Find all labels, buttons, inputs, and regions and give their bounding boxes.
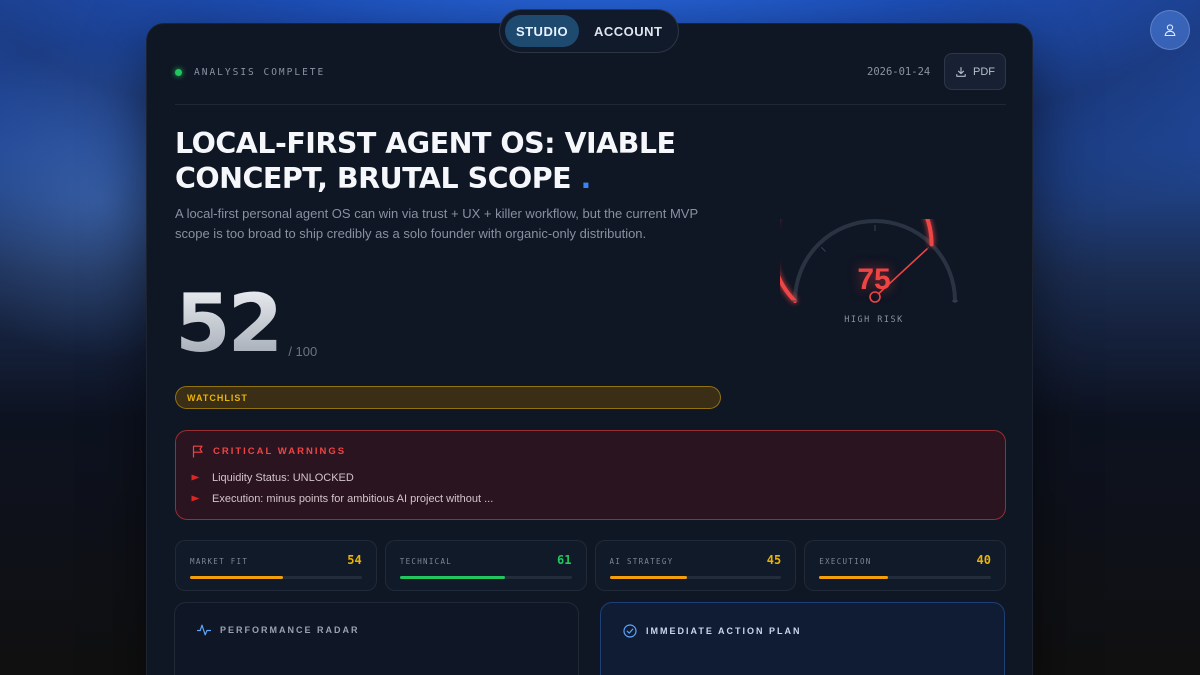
page-title: LOCAL-FIRST AGENT OS: VIABLE CONCEPT, BR… bbox=[175, 126, 695, 196]
warning-text: Execution: minus points for ambitious AI… bbox=[212, 493, 494, 505]
critical-warnings: CRITICAL WARNINGS Liquidity Status: UNLO… bbox=[175, 430, 1006, 520]
card-header: IMMEDIATE ACTION PLAN bbox=[623, 624, 802, 638]
gauge-value: 75 bbox=[857, 263, 891, 296]
metric-label: AI STRATEGY bbox=[609, 557, 674, 566]
card-header: PERFORMANCE RADAR bbox=[197, 624, 360, 636]
metric-value: 40 bbox=[976, 553, 991, 567]
status-dot-icon bbox=[175, 69, 182, 76]
metric-value: 54 bbox=[347, 553, 362, 567]
warning-text: Liquidity Status: UNLOCKED bbox=[212, 472, 354, 484]
pdf-download-button[interactable]: PDF bbox=[944, 53, 1006, 90]
gauge-tick bbox=[820, 246, 826, 252]
warning-item: Execution: minus points for ambitious AI… bbox=[191, 493, 493, 505]
title-accent-dot: . bbox=[580, 162, 592, 195]
summary-text: A local-first personal agent OS can win … bbox=[175, 206, 698, 241]
card-title: IMMEDIATE ACTION PLAN bbox=[646, 626, 802, 636]
metric-value: 61 bbox=[557, 553, 572, 567]
metric-bar-track bbox=[399, 576, 572, 579]
metric-bar-fill bbox=[609, 576, 687, 579]
metric-label: EXECUTION bbox=[819, 557, 872, 566]
metric-bar-fill bbox=[819, 576, 888, 579]
flag-bullet-icon bbox=[191, 474, 200, 481]
metric-bar-track bbox=[819, 576, 991, 579]
risk-gauge: 75 HIGH RISK bbox=[769, 162, 970, 339]
metrics-row: MARKET FIT 54 TECHNICAL 61 AI STRATEGY 4… bbox=[175, 540, 1006, 591]
warnings-title: CRITICAL WARNINGS bbox=[213, 446, 347, 457]
score-max: / 100 bbox=[288, 344, 318, 359]
metric-bar-track bbox=[609, 576, 782, 579]
flag-bullet-icon bbox=[191, 495, 200, 502]
user-icon bbox=[1164, 24, 1176, 37]
metric-bar-track bbox=[190, 576, 362, 579]
tab-account[interactable]: ACCOUNT bbox=[583, 15, 674, 47]
metric-ai-strategy: AI STRATEGY 45 bbox=[594, 540, 797, 591]
metric-value: 45 bbox=[766, 553, 782, 567]
pdf-label: PDF bbox=[973, 65, 995, 78]
metric-market-fit: MARKET FIT 54 bbox=[175, 540, 377, 591]
header-divider bbox=[175, 104, 1006, 105]
report-panel: ANALYSIS COMPLETE 2026-01-24 PDF LOCAL-F… bbox=[146, 23, 1033, 675]
metric-label: MARKET FIT bbox=[190, 557, 249, 566]
status-text: ANALYSIS COMPLETE bbox=[194, 67, 326, 78]
activity-icon bbox=[197, 624, 211, 636]
watchlist-badge: WATCHLIST bbox=[175, 386, 721, 409]
analysis-status: ANALYSIS COMPLETE bbox=[175, 67, 325, 78]
gauge-label: HIGH RISK bbox=[844, 315, 904, 325]
title-line-1: LOCAL-FIRST AGENT OS: VIABLE bbox=[175, 127, 676, 160]
report-date: 2026-01-24 bbox=[867, 66, 931, 78]
flag-icon bbox=[192, 445, 203, 458]
title-line-2: CONCEPT, BRUTAL SCOPE bbox=[175, 162, 572, 195]
metric-label: TECHNICAL bbox=[399, 557, 453, 566]
top-nav: STUDIO ACCOUNT bbox=[499, 9, 679, 53]
overall-score: 52 / 100 bbox=[175, 279, 317, 369]
score-value: 52 bbox=[175, 277, 283, 370]
warnings-header: CRITICAL WARNINGS bbox=[192, 445, 346, 458]
tab-studio[interactable]: STUDIO bbox=[505, 15, 579, 47]
card-title: PERFORMANCE RADAR bbox=[220, 625, 360, 635]
metric-bar-fill bbox=[399, 576, 505, 579]
warning-item: Liquidity Status: UNLOCKED bbox=[191, 472, 354, 484]
action-plan-card: IMMEDIATE ACTION PLAN bbox=[600, 602, 1005, 675]
performance-radar-card: PERFORMANCE RADAR bbox=[174, 602, 579, 675]
metric-bar-fill bbox=[190, 576, 283, 579]
download-icon bbox=[956, 66, 966, 77]
metric-execution: EXECUTION 40 bbox=[804, 540, 1006, 591]
metric-technical: TECHNICAL 61 bbox=[384, 540, 587, 591]
watchlist-label: WATCHLIST bbox=[187, 392, 248, 403]
account-avatar-button[interactable] bbox=[1150, 10, 1190, 50]
check-circle-icon bbox=[623, 624, 637, 638]
